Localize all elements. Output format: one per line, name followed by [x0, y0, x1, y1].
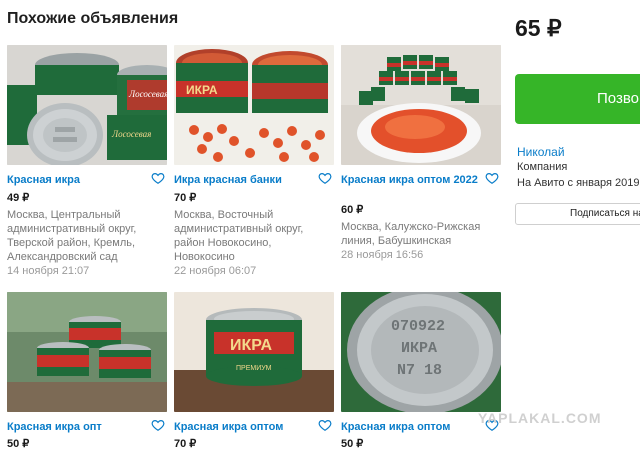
svg-text:Лососевая: Лососевая — [128, 89, 167, 99]
item-price: 65 ₽ — [515, 15, 562, 41]
listing-thumbnail[interactable]: 070922 ИКРА N7 18 — [341, 292, 501, 412]
listing-price: 50 ₽ — [341, 438, 364, 449]
listing-thumbnail[interactable] — [7, 292, 167, 412]
listing-card[interactable]: Лососевая Лососевая Красная икра 49 ₽ Мо… — [7, 45, 167, 277]
listing-card[interactable]: ИКРА ПРЕМИУМ Красная икра оптом 70 ₽ — [174, 292, 334, 449]
favorite-heart-icon[interactable] — [485, 171, 499, 185]
listing-thumbnail[interactable]: Лососевая Лососевая — [7, 45, 167, 165]
listing-title[interactable]: Красная икра оптом — [341, 420, 481, 435]
listing-price: 50 ₽ — [7, 438, 30, 449]
caviar-cans-image: ИКРА — [174, 45, 334, 165]
seller-name-link[interactable]: Николай — [517, 145, 565, 159]
listing-address: Москва, Восточный административный округ… — [174, 209, 304, 263]
listing-title[interactable]: Икра красная банки — [174, 173, 314, 188]
svg-text:070922: 070922 — [391, 318, 445, 335]
listing-title[interactable]: Красная икра оптом 2022 — [341, 173, 481, 188]
svg-text:Лососевая: Лососевая — [111, 129, 151, 139]
listing-card[interactable]: Красная икра оптом 2022 60 ₽ Москва, Кал… — [341, 45, 501, 261]
svg-text:ИКРА: ИКРА — [186, 83, 218, 97]
svg-text:ИКРА: ИКРА — [230, 337, 273, 354]
seller-sidebar: 65 ₽ Позво Николай Компания На Авито с я… — [515, 0, 640, 449]
listing-date: 14 ноября 21:07 — [7, 265, 90, 277]
listing-date: 28 ноября 16:56 — [341, 249, 424, 261]
listing-title[interactable]: Красная икра оптом — [174, 420, 314, 435]
caviar-cans-image: Лососевая Лососевая — [7, 45, 167, 165]
listing-card[interactable]: Красная икра опт 50 ₽ — [7, 292, 167, 449]
svg-text:ИКРА: ИКРА — [401, 340, 437, 357]
listing-card[interactable]: 070922 ИКРА N7 18 Красная икра оптом 50 … — [341, 292, 501, 449]
favorite-heart-icon[interactable] — [318, 171, 332, 185]
listing-price: 60 ₽ — [341, 204, 364, 216]
listing-price: 70 ₽ — [174, 438, 197, 449]
favorite-heart-icon[interactable] — [151, 171, 165, 185]
favorite-heart-icon[interactable] — [151, 418, 165, 432]
listing-thumbnail[interactable] — [341, 45, 501, 165]
caviar-cans-image — [7, 292, 167, 412]
seller-type: Компания — [517, 161, 568, 173]
listing-address: Москва, Калужско-Рижская линия, Бабушкин… — [341, 221, 481, 247]
listing-price: 49 ₽ — [7, 192, 30, 204]
listing-title[interactable]: Красная икра — [7, 173, 147, 188]
svg-text:ПРЕМИУМ: ПРЕМИУМ — [236, 365, 272, 372]
svg-text:N7 18: N7 18 — [397, 362, 442, 379]
section-title: Похожие объявления — [7, 10, 179, 27]
can-lid-image: 070922 ИКРА N7 18 — [341, 292, 501, 412]
subscribe-button[interactable]: Подписаться на — [515, 203, 640, 225]
caviar-can-image: ИКРА ПРЕМИУМ — [174, 292, 334, 412]
caviar-plate-image — [341, 45, 501, 165]
listing-title[interactable]: Красная икра опт — [7, 420, 147, 435]
listing-address: Москва, Центральный административный окр… — [7, 209, 137, 263]
listing-thumbnail[interactable]: ИКРА — [174, 45, 334, 165]
call-button[interactable]: Позво — [515, 74, 640, 124]
favorite-heart-icon[interactable] — [318, 418, 332, 432]
site-watermark: YAPLAKAL.COM — [478, 410, 602, 426]
listing-thumbnail[interactable]: ИКРА ПРЕМИУМ — [174, 292, 334, 412]
seller-since: На Авито с января 2019 — [517, 177, 640, 189]
listing-card[interactable]: ИКРА Икра красная банки 70 ₽ Москва, Вос… — [174, 45, 334, 277]
listing-date: 22 ноября 06:07 — [174, 265, 257, 277]
listing-price: 70 ₽ — [174, 192, 197, 204]
